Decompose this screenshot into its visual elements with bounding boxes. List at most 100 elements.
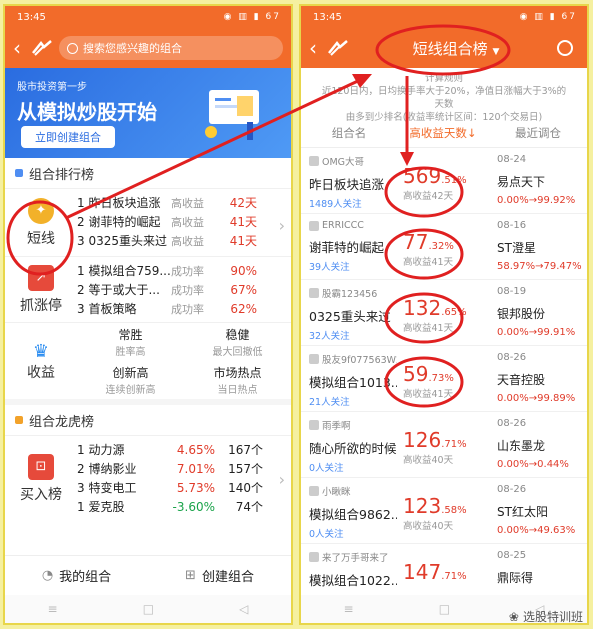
col-recent-adjust[interactable]: 最近调仓: [489, 125, 587, 141]
list-item[interactable]: 1 动力源 4.65% 167个: [77, 440, 291, 459]
income-rank-block: ♛ 收益 常胜 胜率高 稳健 最大回撤低 创新高 连续创新高 市场热点 当日热点: [5, 322, 291, 399]
position-change: 0.00%→49.63%: [497, 525, 576, 536]
adjust-date: 08-26: [497, 352, 527, 363]
table-row[interactable]: 小瞅眯 模拟组合9862... 0人关注 123.58% 高收益40天 08-26 ST红太…: [301, 478, 587, 544]
table-row[interactable]: OMG大哥 昨日板块追涨 1489人关注 569.51% 高收益42天 08-24 易点天下…: [301, 148, 587, 214]
back-arrow-icon[interactable]: ‹: [309, 36, 327, 60]
page-title-dropdown[interactable]: 短线组合榜 ▼: [355, 38, 557, 59]
left-top-bar: 13:45 ◉ ▥ ▮ 67 ‹ 搜索您感兴趣的组合: [5, 6, 291, 68]
search-placeholder: 搜索您感兴趣的组合: [83, 42, 182, 55]
col-high-yield-days[interactable]: 高收益天数↓: [397, 125, 489, 141]
adjust-date: 08-25: [497, 550, 527, 561]
list-item[interactable]: 1 模拟组合759... 成功率 90%: [77, 261, 291, 280]
yield-value: 147.71%: [403, 560, 467, 584]
yield-cell: 59.73% 高收益41天: [397, 352, 489, 411]
list-item[interactable]: 2 谢菲特的崛起 高收益 41天: [77, 212, 291, 231]
back-arrow-icon[interactable]: ‹: [13, 36, 31, 60]
portfolio-cell: 小瞅眯 模拟组合9862... 0人关注: [301, 484, 397, 543]
search-icon: [67, 42, 78, 54]
lhb-section-title: 组合龙虎榜: [29, 414, 95, 430]
stock-name: 易点天下: [497, 175, 546, 189]
search-icon[interactable]: [557, 40, 573, 56]
portfolio-name: 模拟组合9862...: [309, 507, 397, 522]
portfolio-name: 模拟组合1022...: [309, 573, 397, 588]
chevron-right-icon[interactable]: ›: [279, 216, 285, 235]
col-name[interactable]: 组合名: [301, 125, 397, 141]
limit-up-rows: 1 模拟组合759... 成功率 90% 2 等于或大于... 成功率 67% 3 首板…: [77, 257, 291, 322]
portfolio-cell: 股友9f077563W2 模拟组合1013... 21人关注: [301, 352, 397, 411]
banner-illustration-icon: [205, 90, 259, 140]
portfolio-name: 昨日板块追涨: [309, 177, 385, 192]
watermark: ❀ 选股特训班: [508, 609, 583, 625]
section-square-icon: [15, 416, 23, 424]
create-portfolio-button[interactable]: 立即创建组合: [21, 126, 115, 148]
my-portfolio-button[interactable]: ◔ 我的组合: [5, 556, 148, 595]
buy-rank-block[interactable]: ⊡ 买入榜 1 动力源 4.65% 167个 2 博纳影业 7.01% 157个 3 特…: [5, 435, 291, 521]
adjust-date: 08-26: [497, 484, 527, 495]
avatar: [309, 220, 319, 231]
author: 来了万手哥来了: [309, 550, 397, 564]
right-top-bar: 13:45 ◉ ▥ ▮ 67 ‹ 短线组合榜 ▼: [301, 6, 587, 68]
create-portfolio-tab-button[interactable]: ⊞ 创建组合: [148, 556, 291, 595]
income-cell-hotspot[interactable]: 市场热点 当日热点: [184, 361, 291, 399]
bulb-icon: ✦: [28, 197, 54, 224]
list-item[interactable]: 3 特变电工 5.73% 140个: [77, 478, 291, 497]
list-item[interactable]: 3 0325重头来过 高收益 41天: [77, 231, 291, 250]
search-bar[interactable]: 搜索您感兴趣的组合: [59, 36, 283, 60]
income-cell-stable[interactable]: 稳健 最大回撤低: [184, 323, 291, 361]
portfolio-name: 谢菲特的崛起: [309, 240, 385, 255]
limit-up-rank-block[interactable]: ↗ 抓涨停 1 模拟组合759... 成功率 90% 2 等于或大于... 成功率 67…: [5, 256, 291, 322]
table-row[interactable]: ERRICCC 谢菲特的崛起 39人关注 77.32% 高收益41天 08-16 ST澄星 5…: [301, 214, 587, 280]
section-square-icon: [15, 169, 23, 177]
tip-line-2: 由多到少排名(收益率统计区间：120个交易日): [345, 112, 543, 123]
table-row[interactable]: 股友9f077563W2 模拟组合1013... 21人关注 59.73% 高收益41天…: [301, 346, 587, 412]
short-term-rows: 1 昨日板块追涨 高收益 42天 2 谢菲特的崛起 高收益 41天 3 0325重头来过…: [77, 189, 291, 256]
limit-up-label-area: ↗ 抓涨停: [5, 257, 77, 322]
list-item[interactable]: 3 首板策略 成功率 62%: [77, 299, 291, 318]
short-term-rank-block[interactable]: ✦ 短线 1 昨日板块追涨 高收益 42天 2 谢菲特的崛起 高收益 41天 3 032…: [5, 188, 291, 256]
home-icon[interactable]: □: [439, 602, 450, 616]
shopping-bag-icon: ⊡: [28, 453, 54, 480]
rank-section-header: 组合排行榜: [5, 158, 291, 188]
yield-value: 132.65%: [403, 296, 467, 320]
promo-banner[interactable]: 股市投资第一步 从模拟炒股开始 立即创建组合: [5, 68, 291, 158]
bottom-nav: ◔ 我的组合 ⊞ 创建组合: [5, 555, 291, 595]
high-yield-days: 高收益40天: [403, 521, 454, 532]
author: 小瞅眯: [309, 484, 397, 498]
status-time: 13:45: [17, 12, 46, 23]
stock-name: 天音控股: [497, 373, 546, 387]
menu-icon[interactable]: ≡: [48, 602, 58, 616]
portfolio-cell: 雨季啊 随心所欲的时候 0人关注: [301, 418, 397, 477]
menu-icon[interactable]: ≡: [344, 602, 354, 616]
stock-name: ST澄星: [497, 241, 536, 255]
yield-cell: 123.58% 高收益40天: [397, 484, 489, 543]
pie-icon: ◔: [41, 568, 54, 583]
status-bar: 13:45 ◉ ▥ ▮ 67: [5, 6, 291, 28]
recent-adjust-cell: 08-26 山东墨龙 0.00%→0.44%: [489, 418, 587, 477]
chevron-right-icon[interactable]: ›: [279, 470, 285, 489]
income-label: 收益: [27, 364, 55, 381]
avatar: [309, 288, 319, 298]
list-item[interactable]: 1 爱克股 -3.60% 74个: [77, 497, 291, 516]
table-row[interactable]: 雨季啊 随心所欲的时候 0人关注 126.71% 高收益40天 08-26 山东墨龙 0.00…: [301, 412, 587, 478]
yield-cell: 569.51% 高收益42天: [397, 154, 489, 213]
status-bar: 13:45 ◉ ▥ ▮ 67: [301, 6, 587, 28]
right-phone: 13:45 ◉ ▥ ▮ 67 ‹ 短线组合榜 ▼ 计算规则 近120日内，日均换…: [299, 4, 589, 625]
system-nav-bar: ≡ □ ◁: [5, 595, 291, 623]
avatar: [309, 354, 319, 364]
income-cell-winning[interactable]: 常胜 胜率高: [77, 323, 184, 361]
yield-value: 59.73%: [403, 362, 454, 386]
list-item[interactable]: 1 昨日板块追涨 高收益 42天: [77, 193, 291, 212]
table-row[interactable]: 股霸123456 0325重头来过 32人关注 132.65% 高收益41天 08-19 银…: [301, 280, 587, 346]
author: 雨季啊: [309, 418, 397, 432]
avatar: [309, 486, 319, 496]
tip-title: 计算规则: [424, 73, 463, 84]
income-cell-new-high[interactable]: 创新高 连续创新高: [77, 361, 184, 399]
yield-value: 569.51%: [403, 164, 467, 188]
yield-value: 123.58%: [403, 494, 467, 518]
list-item[interactable]: 2 博纳影业 7.01% 157个: [77, 459, 291, 478]
back-triangle-icon[interactable]: ◁: [239, 602, 248, 616]
list-item[interactable]: 2 等于或大于... 成功率 67%: [77, 280, 291, 299]
home-icon[interactable]: □: [143, 602, 154, 616]
plus-icon: ⊞: [185, 568, 196, 583]
